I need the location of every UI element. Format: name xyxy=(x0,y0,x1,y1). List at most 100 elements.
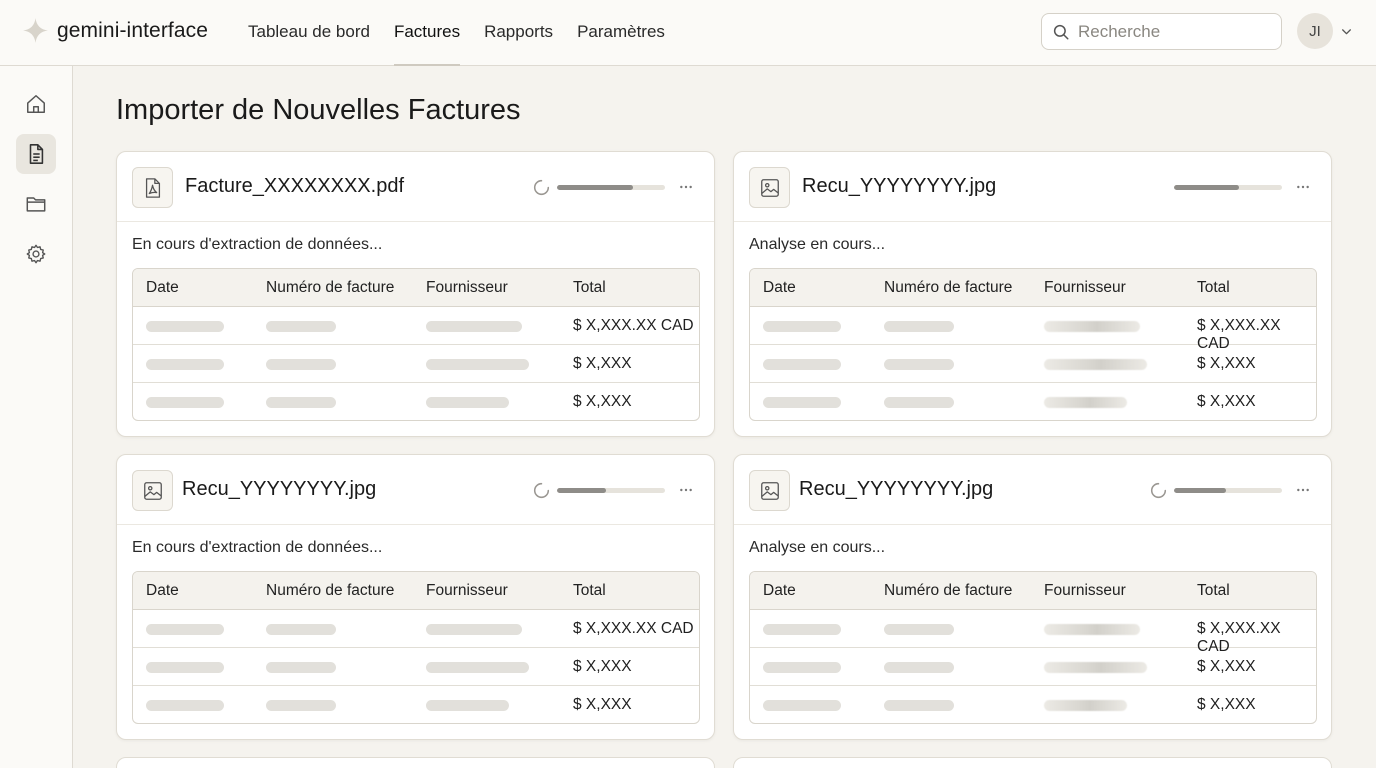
more-options-button[interactable] xyxy=(1293,177,1313,197)
skeleton-placeholder xyxy=(146,662,224,673)
table-header: Date Numéro de facture Fournisseur Total xyxy=(133,572,699,610)
image-icon xyxy=(760,178,779,197)
skeleton-placeholder xyxy=(884,662,954,673)
total-value: $ X,XXX xyxy=(573,658,632,675)
brand[interactable]: gemini-interface xyxy=(22,17,208,44)
sidebar-item-home[interactable] xyxy=(16,84,56,124)
chevron-down-icon[interactable] xyxy=(1340,25,1353,38)
image-icon xyxy=(760,481,779,500)
table-row: $ X,XXX xyxy=(133,383,699,420)
search-input[interactable] xyxy=(1078,21,1268,42)
file-type-badge xyxy=(749,470,790,511)
skeleton-placeholder xyxy=(146,397,224,408)
extraction-table: Date Numéro de facture Fournisseur Total… xyxy=(132,268,700,421)
skeleton-placeholder xyxy=(426,662,529,673)
home-icon xyxy=(27,95,45,113)
skeleton-placeholder xyxy=(763,700,841,711)
nav-item-rapports[interactable]: Rapports xyxy=(484,0,553,66)
card-header: Recu_YYYYYYYY.jpg xyxy=(734,152,1331,222)
more-horizontal-icon xyxy=(1297,488,1309,492)
sparkle-logo-icon xyxy=(23,18,48,43)
file-name: Recu_YYYYYYYY.jpg xyxy=(799,478,994,500)
loading-spinner-icon xyxy=(1150,482,1167,499)
table-row: $ X,XXX.XX CAD xyxy=(750,307,1316,352)
column-header-supplier: Fournisseur xyxy=(1044,279,1126,296)
gear-icon xyxy=(26,244,46,264)
skeleton-placeholder xyxy=(763,321,841,332)
skeleton-placeholder xyxy=(266,397,336,408)
table-row: $ X,XXX xyxy=(750,345,1316,383)
more-options-button[interactable] xyxy=(676,177,696,197)
file-type-badge xyxy=(132,167,173,208)
search-box[interactable] xyxy=(1041,13,1282,50)
total-value: $ X,XXX xyxy=(573,355,632,372)
progress-bar xyxy=(1174,185,1282,190)
loading-spinner-icon xyxy=(533,179,550,196)
document-icon xyxy=(29,144,44,164)
sidebar-item-documents[interactable] xyxy=(16,134,56,174)
table-row: $ X,XXX xyxy=(750,686,1316,723)
column-header-supplier: Fournisseur xyxy=(1044,582,1126,599)
skeleton-placeholder xyxy=(146,359,224,370)
total-value: $ X,XXX xyxy=(1197,355,1256,372)
card-header: Recu_YYYYYYYY.jpg xyxy=(117,455,714,525)
table-row: $ X,XXX.XX CAD xyxy=(133,307,699,345)
card-header: Recu_YYYYYYYY.jpg xyxy=(734,455,1331,525)
total-value: $ X,XXX.XX CAD xyxy=(573,620,694,637)
invoice-card: Recu_YYYYYYYY.jpg Analyse en cours... Da… xyxy=(733,454,1332,740)
table-row: $ X,XXX xyxy=(133,345,699,383)
column-header-total: Total xyxy=(573,582,606,599)
nav-item-tableau-de-bord[interactable]: Tableau de bord xyxy=(248,0,370,66)
column-header-total: Total xyxy=(1197,279,1230,296)
search-icon xyxy=(1053,24,1069,39)
more-options-button[interactable] xyxy=(1293,480,1313,500)
image-icon xyxy=(143,481,162,500)
table-row: $ X,XXX.XX CAD xyxy=(750,610,1316,655)
column-header-supplier: Fournisseur xyxy=(426,279,508,296)
invoice-card: Recu_YYYYYYYY.jpg Analyse en cours... Da… xyxy=(733,151,1332,437)
app-name: gemini-interface xyxy=(57,18,208,42)
skeleton-placeholder xyxy=(763,662,841,673)
file-name: Recu_YYYYYYYY.jpg xyxy=(802,175,997,197)
user-avatar[interactable]: JI xyxy=(1297,13,1333,49)
total-value: $ X,XXX xyxy=(573,393,632,410)
extraction-table: Date Numéro de facture Fournisseur Total… xyxy=(749,571,1317,724)
folder-icon xyxy=(26,197,46,212)
invoice-card-partial xyxy=(733,757,1332,768)
table-header: Date Numéro de facture Fournisseur Total xyxy=(750,572,1316,610)
column-header-supplier: Fournisseur xyxy=(426,582,508,599)
more-options-button[interactable] xyxy=(676,480,696,500)
file-type-badge xyxy=(749,167,790,208)
skeleton-placeholder xyxy=(426,359,529,370)
table-row: $ X,XXX.XX CAD xyxy=(133,610,699,648)
skeleton-placeholder xyxy=(884,397,954,408)
skeleton-placeholder xyxy=(884,624,954,635)
file-type-badge xyxy=(132,470,173,511)
total-value: $ X,XXX xyxy=(1197,696,1256,713)
column-header-invoice-number: Numéro de facture xyxy=(266,279,395,296)
total-value: $ X,XXX.XX CAD xyxy=(573,317,694,334)
column-header-invoice-number: Numéro de facture xyxy=(884,582,1013,599)
skeleton-placeholder xyxy=(763,624,841,635)
sidebar xyxy=(0,66,73,768)
extraction-table: Date Numéro de facture Fournisseur Total… xyxy=(749,268,1317,421)
table-header: Date Numéro de facture Fournisseur Total xyxy=(750,269,1316,307)
skeleton-placeholder xyxy=(426,700,509,711)
skeleton-placeholder xyxy=(266,700,336,711)
skeleton-placeholder xyxy=(266,662,336,673)
sidebar-item-settings[interactable] xyxy=(16,234,56,274)
total-value: $ X,XXX xyxy=(1197,658,1256,675)
nav-item-factures[interactable]: Factures xyxy=(393,0,461,66)
table-row: $ X,XXX xyxy=(133,648,699,686)
progress-bar xyxy=(557,185,665,190)
pdf-icon xyxy=(145,177,160,198)
skeleton-placeholder xyxy=(266,624,336,635)
sidebar-item-folders[interactable] xyxy=(16,184,56,224)
skeleton-placeholder xyxy=(266,321,336,332)
column-header-invoice-number: Numéro de facture xyxy=(884,279,1013,296)
progress-bar xyxy=(1174,488,1282,493)
more-horizontal-icon xyxy=(1297,185,1309,189)
column-header-date: Date xyxy=(146,279,179,296)
nav-item-parametres[interactable]: Paramètres xyxy=(577,0,665,66)
status-text: En cours d'extraction de données... xyxy=(132,539,383,556)
